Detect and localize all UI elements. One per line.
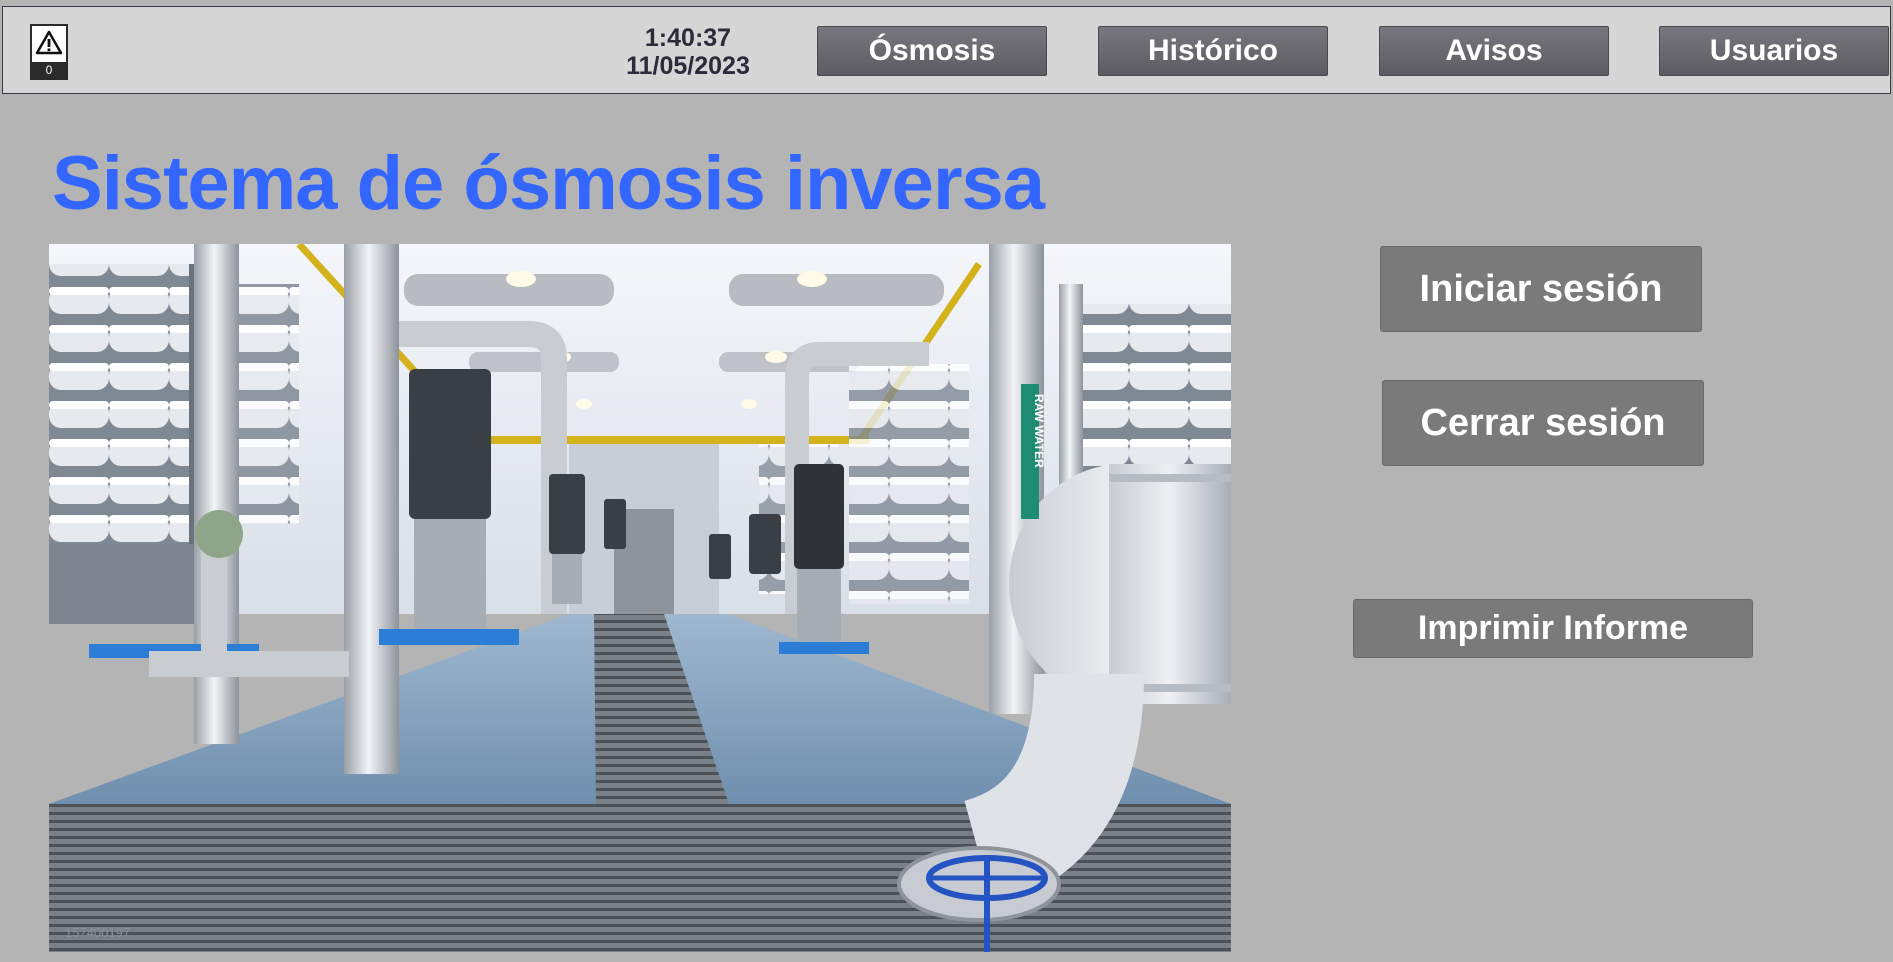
nav-avisos-button[interactable]: Avisos [1379,26,1609,76]
nav-usuarios-button[interactable]: Usuarios [1659,26,1889,76]
photo-id-label: 157400197 [65,925,131,940]
print-report-button[interactable]: Imprimir Informe [1353,599,1753,658]
warning-triangle-icon [35,30,63,55]
top-bar: 0 1:40:37 11/05/2023 Ósmosis Histórico A… [2,6,1891,94]
clock: 1:40:37 11/05/2023 [593,24,783,80]
page-title: Sistema de ósmosis inversa [52,141,1045,226]
nav-historico-button[interactable]: Histórico [1098,26,1328,76]
plant-photo: RAW WATER 157400197 [49,244,1231,952]
clock-date: 11/05/2023 [626,52,750,80]
nav-osmosis-button[interactable]: Ósmosis [817,26,1047,76]
clock-time: 1:40:37 [644,24,732,52]
login-button[interactable]: Iniciar sesión [1380,246,1702,332]
logout-button[interactable]: Cerrar sesión [1382,380,1704,466]
raw-water-sign: RAW WATER [1032,394,1046,468]
alarm-count: 0 [32,62,66,78]
alarm-indicator[interactable]: 0 [30,24,68,80]
